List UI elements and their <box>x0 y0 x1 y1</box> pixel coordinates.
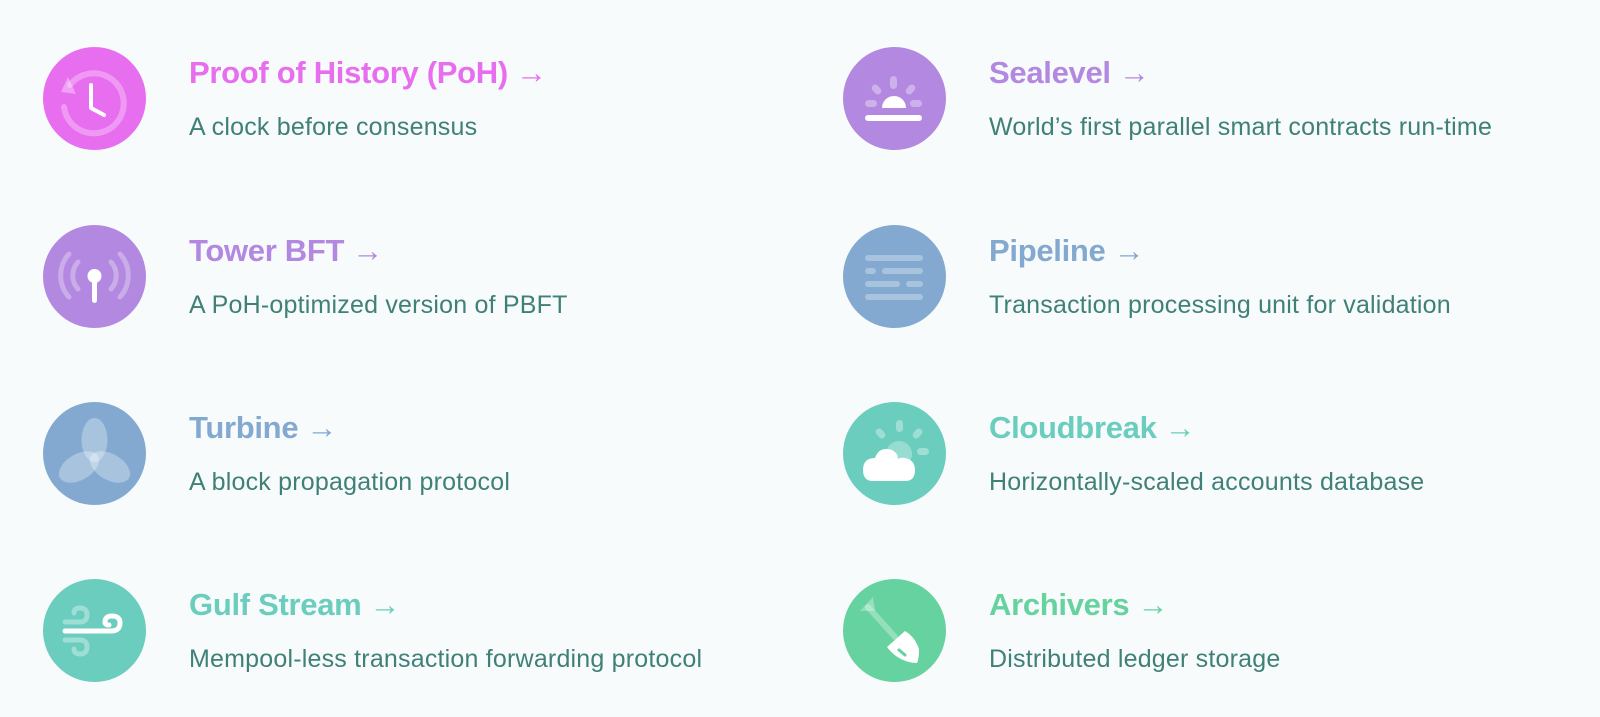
arrow-right-icon: → <box>1137 587 1169 622</box>
broadcast-tower-icon <box>43 225 146 328</box>
feature-turbine[interactable]: Turbine → A block propagation protocol <box>43 402 623 512</box>
arrow-right-icon: → <box>1164 410 1196 445</box>
arrow-right-icon: → <box>1118 55 1150 90</box>
feature-title-text: Sealevel <box>989 55 1111 90</box>
feature-title-text: Proof of History (PoH) <box>189 55 508 90</box>
feature-description: World’s first parallel smart contracts r… <box>989 113 1493 141</box>
feature-title: Pipeline → <box>989 233 1144 269</box>
feature-description: A clock before consensus <box>189 113 478 141</box>
clock-history-icon <box>43 47 146 150</box>
features-grid: Proof of History (PoH) → A clock before c… <box>0 0 1600 717</box>
feature-title: Tower BFT → <box>189 233 383 269</box>
feature-title-text: Turbine <box>189 410 299 445</box>
feature-title: Proof of History (PoH) → <box>189 55 547 91</box>
feature-title-text: Archivers <box>989 587 1130 622</box>
feature-title: Sealevel → <box>989 55 1150 91</box>
arrow-right-icon: → <box>306 410 337 445</box>
feature-pipeline[interactable]: Pipeline → Transaction processing unit fo… <box>843 225 1543 335</box>
feature-sealevel[interactable]: Sealevel → World’s first parallel smart c… <box>843 47 1583 157</box>
arrow-right-icon: → <box>515 55 547 90</box>
arrow-right-icon: → <box>369 587 401 622</box>
feature-proof-of-history[interactable]: Proof of History (PoH) → A clock before c… <box>43 47 623 157</box>
feature-title-text: Pipeline <box>989 233 1106 268</box>
feature-title-text: Gulf Stream <box>189 587 362 622</box>
feature-description: Distributed ledger storage <box>989 645 1281 673</box>
pipeline-lines-icon <box>843 225 946 328</box>
feature-title-text: Tower BFT <box>189 233 345 268</box>
feature-description: Mempool-less transaction forwarding prot… <box>189 645 703 673</box>
feature-description: A block propagation protocol <box>189 468 511 496</box>
feature-description: Horizontally-scaled accounts database <box>989 468 1425 496</box>
wind-icon <box>43 579 146 682</box>
feature-description: A PoH-optimized version of PBFT <box>189 291 568 319</box>
feature-archivers[interactable]: Archivers → Distributed ledger storage <box>843 579 1363 689</box>
shovel-icon <box>843 579 946 682</box>
cloud-sun-icon <box>843 402 946 505</box>
sunrise-icon <box>843 47 946 150</box>
feature-tower-bft[interactable]: Tower BFT → A PoH-optimized version of PB… <box>43 225 663 335</box>
feature-gulf-stream[interactable]: Gulf Stream → Mempool-less transaction fo… <box>43 579 803 689</box>
feature-title: Turbine → <box>189 410 337 446</box>
feature-title-text: Cloudbreak <box>989 410 1157 445</box>
feature-title: Cloudbreak → <box>989 410 1196 446</box>
arrow-right-icon: → <box>1113 233 1145 268</box>
feature-description: Transaction processing unit for validati… <box>989 291 1451 319</box>
feature-title: Gulf Stream → <box>189 587 400 623</box>
feature-title: Archivers → <box>989 587 1168 623</box>
arrow-right-icon: → <box>352 233 383 268</box>
feature-cloudbreak[interactable]: Cloudbreak → Horizontally-scaled accounts… <box>843 402 1523 512</box>
turbine-petals-icon <box>43 402 146 505</box>
